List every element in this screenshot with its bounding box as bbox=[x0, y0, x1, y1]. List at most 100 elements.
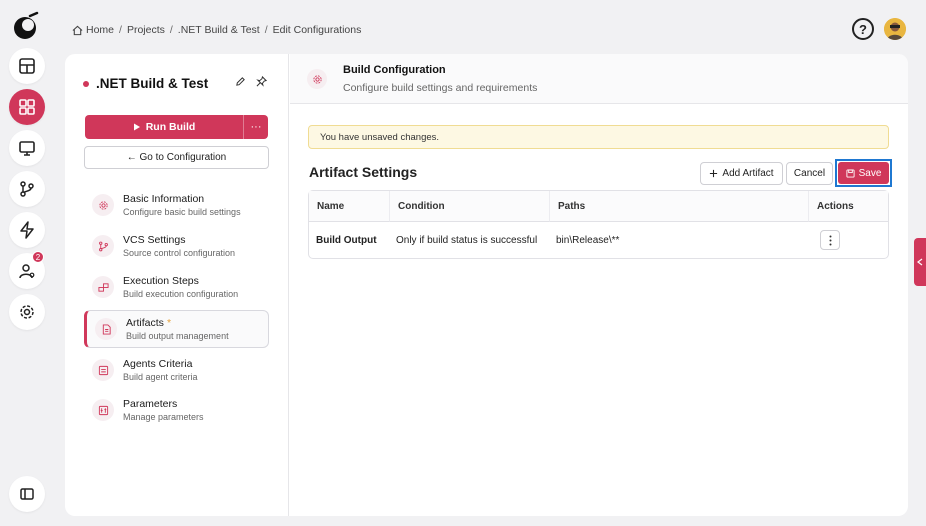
breadcrumb: Home / Projects / .NET Build & Test / Ed… bbox=[72, 24, 361, 36]
sidebar-item-label: Artifacts bbox=[126, 317, 164, 329]
save-label: Save bbox=[858, 167, 882, 179]
kebab-icon bbox=[829, 235, 831, 245]
side-panel-toggle[interactable] bbox=[914, 238, 926, 286]
sidebar-item-subtitle: Configure basic build settings bbox=[123, 207, 241, 217]
dashboard-nav-button[interactable] bbox=[9, 48, 45, 84]
sidebar-item-label: Basic Information bbox=[123, 193, 205, 205]
steps-icon bbox=[92, 276, 114, 298]
lightning-icon bbox=[20, 221, 34, 239]
sidebar-item-subtitle: Build output management bbox=[126, 331, 229, 341]
run-build-more-button[interactable]: ··· bbox=[244, 115, 268, 139]
run-build-main[interactable]: Run Build bbox=[85, 115, 244, 139]
project-name: .NET Build & Test bbox=[96, 76, 209, 91]
sidebar-item-subtitle: Manage parameters bbox=[123, 412, 204, 422]
notification-badge: 2 bbox=[32, 251, 44, 263]
sidebar-item-subtitle: Source control configuration bbox=[123, 248, 236, 258]
breadcrumb-current: Edit Configurations bbox=[272, 24, 362, 36]
project-title: .NET Build & Test bbox=[83, 76, 208, 91]
help-icon[interactable]: ? bbox=[852, 18, 874, 40]
users-nav-button[interactable]: 2 bbox=[9, 251, 45, 289]
sidebar-item-artifacts[interactable]: Artifacts * Build output management bbox=[84, 310, 269, 348]
breadcrumb-projects[interactable]: Projects bbox=[127, 24, 165, 36]
config-content: Build Configuration Configure build sett… bbox=[290, 54, 908, 516]
left-rail: 2 bbox=[0, 0, 52, 526]
settings-nav-button[interactable] bbox=[9, 294, 45, 330]
project-actions bbox=[235, 76, 267, 87]
status-dot bbox=[83, 80, 89, 87]
save-focus-ring: Save bbox=[835, 159, 892, 187]
table-row: Build Output Only if build status is suc… bbox=[309, 222, 888, 258]
dashboard-icon bbox=[19, 58, 35, 74]
triggers-nav-button[interactable] bbox=[9, 212, 45, 248]
column-header-actions: Actions bbox=[808, 191, 888, 222]
avatar[interactable] bbox=[884, 18, 906, 40]
content-header: Build Configuration Configure build sett… bbox=[290, 54, 908, 104]
artifact-paths: bin\Release\** bbox=[556, 234, 620, 246]
monitor-icon bbox=[19, 141, 35, 156]
app-logo[interactable] bbox=[10, 10, 42, 42]
projects-nav-button[interactable] bbox=[9, 89, 45, 125]
branch-icon bbox=[20, 181, 34, 197]
sidebar-item-parameters[interactable]: Parameters Manage parameters bbox=[84, 391, 269, 429]
column-header-paths: Paths bbox=[549, 191, 808, 222]
collapse-sidebar-button[interactable] bbox=[9, 476, 45, 512]
sidebar-item-subtitle: Build execution configuration bbox=[123, 289, 239, 299]
sidebar-item-execution-steps[interactable]: Execution Steps Build execution configur… bbox=[84, 268, 269, 306]
top-right-actions: ? bbox=[852, 18, 906, 40]
sidebar-item-agents-criteria[interactable]: Agents Criteria Build agent criteria bbox=[84, 351, 269, 389]
row-actions-button[interactable] bbox=[820, 230, 840, 250]
breadcrumb-separator: / bbox=[264, 24, 268, 36]
modified-indicator: * bbox=[166, 317, 172, 329]
agent-icon bbox=[92, 359, 114, 381]
add-artifact-button[interactable]: Add Artifact bbox=[700, 162, 783, 185]
play-icon bbox=[133, 123, 140, 131]
edit-icon[interactable] bbox=[235, 76, 246, 87]
file-icon bbox=[95, 318, 117, 340]
gear-icon bbox=[307, 69, 327, 89]
page-title: Build Configuration bbox=[343, 64, 446, 76]
unsaved-changes-alert: You have unsaved changes. bbox=[308, 125, 889, 149]
save-icon bbox=[846, 168, 855, 178]
sidebar-item-label: Agents Criteria bbox=[123, 358, 193, 370]
go-to-configuration-button[interactable]: ← Go to Configuration bbox=[84, 146, 269, 169]
artifact-actions bbox=[808, 222, 888, 258]
table-header-row: Name Condition Paths Actions bbox=[309, 191, 888, 222]
sidebar-item-vcs-settings[interactable]: VCS Settings Source control configuratio… bbox=[84, 227, 269, 265]
sidebar-item-label: VCS Settings bbox=[123, 234, 186, 246]
sidebar-item-subtitle: Build agent criteria bbox=[123, 372, 198, 382]
pin-icon[interactable] bbox=[256, 76, 267, 87]
params-icon bbox=[92, 399, 114, 421]
agents-nav-button[interactable] bbox=[9, 130, 45, 166]
save-button[interactable]: Save bbox=[838, 162, 889, 184]
run-build-button[interactable]: Run Build ··· bbox=[85, 115, 268, 139]
run-build-label: Run Build bbox=[145, 121, 196, 133]
sidebar-toggle-icon bbox=[20, 488, 34, 500]
chevron-left-icon bbox=[917, 258, 923, 266]
main-card: .NET Build & Test Run Build ··· ← Go to … bbox=[65, 54, 908, 516]
plus-icon bbox=[710, 169, 718, 178]
branch-icon bbox=[92, 235, 114, 257]
sidebar-item-basic-information[interactable]: Basic Information Configure basic build … bbox=[84, 186, 269, 224]
gear-icon bbox=[20, 305, 34, 319]
breadcrumb-home[interactable]: Home bbox=[86, 24, 114, 36]
column-header-name: Name bbox=[309, 191, 389, 222]
sidebar-item-label: Parameters bbox=[123, 398, 178, 410]
section-title: Artifact Settings bbox=[309, 164, 418, 180]
breadcrumb-separator: / bbox=[169, 24, 173, 36]
vcs-nav-button[interactable] bbox=[9, 171, 45, 207]
column-header-condition: Condition bbox=[389, 191, 549, 222]
grid-icon bbox=[19, 99, 35, 115]
artifact-condition: Only if build status is successful bbox=[396, 234, 538, 246]
gear-icon bbox=[92, 194, 114, 216]
artifact-name: Build Output bbox=[316, 234, 377, 246]
config-sidebar: .NET Build & Test Run Build ··· ← Go to … bbox=[65, 54, 289, 516]
sidebar-item-label: Execution Steps bbox=[123, 275, 199, 287]
user-settings-icon bbox=[19, 264, 35, 279]
add-artifact-label: Add Artifact bbox=[722, 168, 774, 179]
home-icon bbox=[72, 25, 83, 35]
breadcrumb-separator: / bbox=[119, 24, 122, 36]
page-subtitle: Configure build settings and requirement… bbox=[343, 82, 538, 94]
breadcrumb-project[interactable]: .NET Build & Test bbox=[178, 24, 260, 36]
artifacts-table: Name Condition Paths Actions Build Outpu… bbox=[308, 190, 889, 259]
cancel-button[interactable]: Cancel bbox=[786, 162, 833, 185]
